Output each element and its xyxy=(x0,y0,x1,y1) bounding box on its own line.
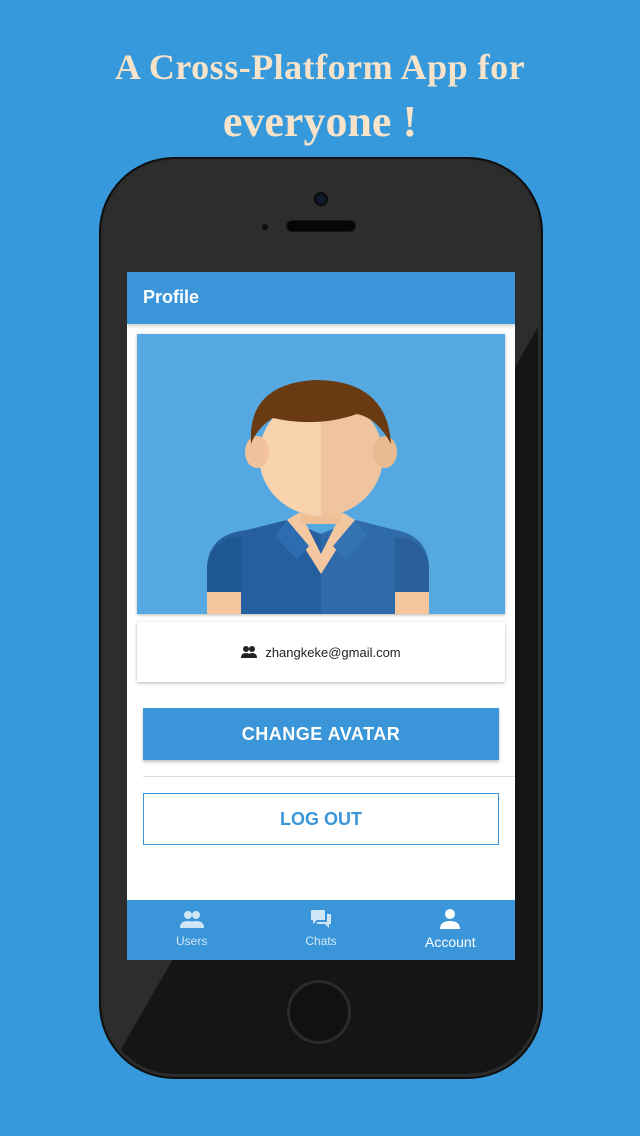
app-bar: Profile xyxy=(127,272,515,324)
front-camera xyxy=(316,194,326,204)
logout-button[interactable]: LOG OUT xyxy=(143,793,499,845)
app-screen: Profile zhangkeke@gmail.com CHANGE AVATA… xyxy=(127,272,515,960)
tab-account-label: Account xyxy=(425,934,476,950)
tab-users[interactable]: Users xyxy=(127,900,256,960)
bottom-tab-bar: Users Chats Account xyxy=(127,900,515,960)
contact-icon xyxy=(241,646,258,658)
email-card: zhangkeke@gmail.com xyxy=(137,622,505,682)
proximity-sensor xyxy=(262,224,268,230)
chat-icon xyxy=(310,910,331,928)
home-button[interactable] xyxy=(287,980,351,1044)
avatar-image xyxy=(137,334,505,614)
tab-account[interactable]: Account xyxy=(386,900,515,960)
change-avatar-button[interactable]: CHANGE AVATAR xyxy=(143,708,499,760)
page-title: Profile xyxy=(143,287,200,307)
user-email: zhangkeke@gmail.com xyxy=(265,644,401,660)
promo-headline-line1: A Cross-Platform App for xyxy=(114,47,526,87)
tab-chats-label: Chats xyxy=(305,934,337,948)
earpiece-speaker xyxy=(286,220,356,232)
divider xyxy=(143,776,515,777)
tab-users-label: Users xyxy=(175,934,208,948)
account-icon xyxy=(440,909,461,929)
tab-chats[interactable]: Chats xyxy=(256,900,385,960)
promo-headline-line2: everyone ! xyxy=(222,97,418,146)
users-icon xyxy=(179,911,204,928)
